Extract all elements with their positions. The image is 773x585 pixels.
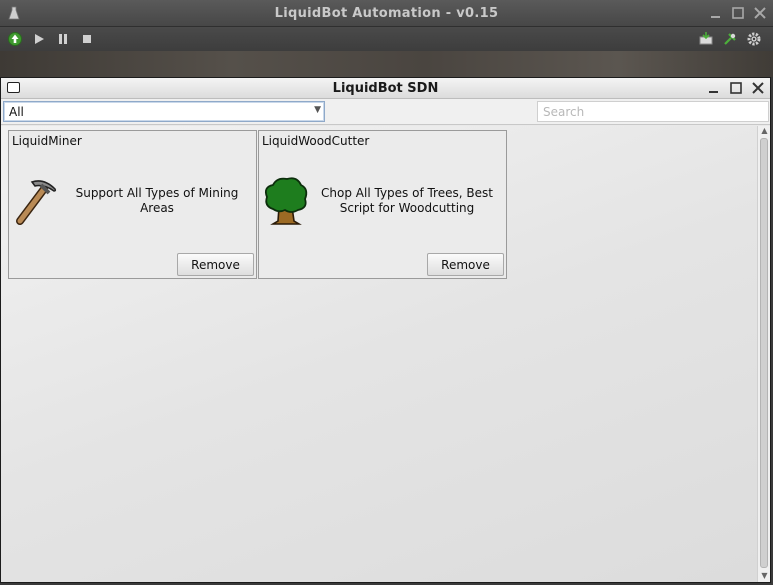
remove-button[interactable]: Remove bbox=[177, 253, 254, 276]
minimize-icon[interactable] bbox=[709, 6, 723, 20]
category-filter-value: All bbox=[9, 105, 24, 119]
scroll-thumb[interactable] bbox=[760, 138, 768, 568]
script-description: Support All Types of Mining Areas bbox=[75, 186, 239, 215]
pause-icon[interactable] bbox=[55, 31, 71, 47]
filter-bar: All ▼ bbox=[1, 99, 770, 125]
category-filter-select[interactable]: All ▼ bbox=[3, 101, 325, 122]
stop-icon[interactable] bbox=[79, 31, 95, 47]
input-icon[interactable] bbox=[698, 31, 714, 47]
minimize-icon[interactable] bbox=[707, 81, 721, 95]
close-icon[interactable] bbox=[753, 6, 767, 20]
sdn-window: LiquidBot SDN All ▼ LiquidMiner bbox=[0, 77, 771, 583]
remove-button[interactable]: Remove bbox=[427, 253, 504, 276]
maximize-icon[interactable] bbox=[731, 6, 745, 20]
close-icon[interactable] bbox=[751, 81, 765, 95]
settings-icon[interactable] bbox=[746, 31, 762, 47]
sdn-window-controls bbox=[707, 81, 765, 95]
script-card-liquidminer: LiquidMiner Support All Types of Mining … bbox=[8, 130, 257, 279]
main-toolbar bbox=[0, 27, 773, 51]
main-titlebar: LiquidBot Automation - v0.15 bbox=[0, 0, 773, 27]
play-icon[interactable] bbox=[31, 31, 47, 47]
sdn-window-title: LiquidBot SDN bbox=[332, 81, 439, 96]
main-window-controls bbox=[709, 6, 767, 20]
update-icon[interactable] bbox=[7, 31, 23, 47]
chevron-down-icon: ▼ bbox=[314, 105, 321, 115]
script-description: Chop All Types of Trees, Best Script for… bbox=[321, 186, 493, 215]
script-name: LiquidMiner bbox=[12, 134, 82, 148]
script-card-liquidwoodcutter: LiquidWoodCutter Chop All Types of Trees… bbox=[258, 130, 507, 279]
sdn-titlebar: LiquidBot SDN bbox=[1, 78, 770, 99]
tree-icon bbox=[264, 177, 308, 225]
maximize-icon[interactable] bbox=[729, 81, 743, 95]
scroll-down-icon[interactable]: ▼ bbox=[760, 571, 769, 580]
script-name: LiquidWoodCutter bbox=[262, 134, 370, 148]
search-input[interactable] bbox=[537, 101, 769, 122]
pickaxe-icon bbox=[16, 180, 57, 225]
script-list: LiquidMiner Support All Types of Mining … bbox=[1, 126, 757, 582]
plugin-icon[interactable] bbox=[722, 31, 738, 47]
main-window-title: LiquidBot Automation - v0.15 bbox=[274, 6, 499, 21]
scroll-up-icon[interactable]: ▲ bbox=[760, 126, 769, 135]
vertical-scrollbar[interactable]: ▲ ▼ bbox=[757, 126, 770, 582]
game-view bbox=[0, 51, 773, 77]
